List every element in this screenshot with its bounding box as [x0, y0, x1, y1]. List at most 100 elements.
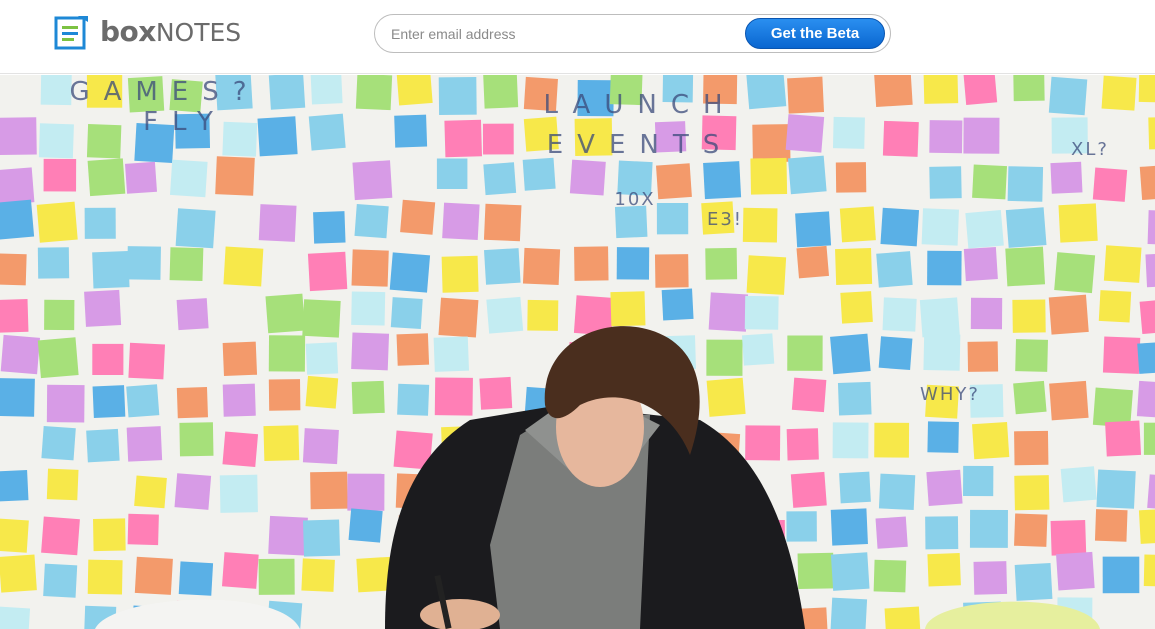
- sticky-note: [355, 75, 393, 111]
- sticky-note: [268, 75, 306, 110]
- sticky-note: [0, 253, 27, 286]
- sticky-note: [837, 381, 872, 416]
- sticky-note: [486, 296, 524, 334]
- sticky-note: [43, 563, 78, 598]
- sticky-note: [1050, 161, 1083, 194]
- sticky-note: [396, 333, 430, 366]
- sticky-note: [967, 341, 999, 372]
- sticky-note: [746, 255, 787, 295]
- sticky-note: [610, 291, 646, 327]
- sticky-note: [441, 255, 479, 293]
- sticky-note: [176, 387, 208, 419]
- sticky-note: [790, 471, 827, 508]
- sticky-note: [305, 375, 339, 409]
- sticky-note: [1050, 519, 1087, 556]
- sticky-note: [351, 332, 390, 371]
- sticky-note: [305, 342, 339, 375]
- sticky-note: [786, 511, 817, 542]
- sticky-note: [258, 204, 297, 242]
- wall-word: WHY?: [920, 384, 980, 405]
- boxnotes-logo[interactable]: boxNOTES: [54, 14, 241, 50]
- sticky-note: [1136, 380, 1155, 419]
- sticky-note: [973, 561, 1008, 595]
- sticky-note: [963, 465, 994, 497]
- sticky-note: [313, 211, 346, 244]
- sticky-note: [527, 299, 559, 331]
- sticky-note: [92, 385, 126, 418]
- email-input[interactable]: [391, 15, 751, 52]
- sticky-note-wall: GAMES?FLY LAUNCH EVENTS 10X E3! WHY? XL?: [0, 75, 1155, 629]
- sticky-note: [43, 158, 77, 192]
- sticky-note: [86, 428, 120, 463]
- sticky-note: [830, 333, 871, 375]
- sticky-note: [574, 246, 609, 281]
- sticky-note: [128, 342, 166, 380]
- sticky-note: [750, 157, 788, 195]
- sticky-note: [93, 518, 126, 552]
- sticky-note: [927, 250, 962, 286]
- sticky-note: [0, 554, 37, 593]
- sticky-note: [263, 425, 300, 462]
- sticky-note: [1137, 341, 1155, 374]
- sticky-note: [1102, 556, 1140, 594]
- sticky-note: [222, 121, 258, 157]
- wall-word: GAMES?: [69, 77, 260, 107]
- sticky-note: [219, 474, 258, 513]
- sticky-note: [215, 156, 255, 196]
- sticky-note: [484, 248, 521, 285]
- sticky-note: [92, 343, 124, 376]
- sticky-note: [839, 471, 871, 504]
- sticky-note: [832, 116, 865, 149]
- sticky-note: [796, 245, 830, 279]
- sticky-note: [873, 559, 907, 593]
- sticky-note: [438, 297, 479, 338]
- sticky-note: [875, 516, 908, 549]
- sticky-note: [963, 75, 998, 105]
- sticky-note: [1013, 380, 1047, 415]
- sticky-note: [832, 422, 869, 459]
- sticky-note: [442, 202, 480, 241]
- sticky-note: [965, 210, 1004, 249]
- sticky-note: [310, 75, 343, 105]
- sticky-note: [919, 297, 960, 338]
- sticky-note: [37, 247, 70, 279]
- sticky-note: [791, 377, 827, 413]
- sticky-note: [921, 208, 959, 246]
- sticky-note: [438, 77, 477, 115]
- sticky-note: [742, 207, 778, 243]
- sticky-note: [655, 163, 692, 200]
- sticky-note: [222, 383, 256, 417]
- get-beta-button[interactable]: Get the Beta: [745, 18, 885, 49]
- document-list-icon: [54, 14, 90, 50]
- sticky-note: [84, 207, 116, 239]
- sticky-note: [265, 293, 306, 334]
- sticky-note: [1014, 513, 1048, 547]
- sticky-note: [926, 469, 963, 506]
- sticky-note: [394, 114, 428, 148]
- sticky-note: [268, 379, 301, 411]
- sticky-note: [1143, 554, 1155, 587]
- sticky-note: [1014, 475, 1050, 511]
- sticky-note: [874, 422, 910, 458]
- sticky-note: [923, 75, 959, 104]
- sticky-note: [307, 251, 348, 292]
- sticky-note: [36, 201, 78, 243]
- sticky-note: [433, 336, 470, 372]
- sticky-note: [706, 339, 743, 376]
- sticky-note: [400, 199, 436, 235]
- sticky-note: [927, 421, 959, 453]
- sticky-note: [703, 161, 742, 200]
- sticky-note: [963, 117, 1000, 154]
- sticky-note: [268, 515, 308, 556]
- sticky-note: [1102, 336, 1141, 374]
- sticky-note: [1105, 420, 1142, 457]
- sticky-note: [1056, 551, 1095, 591]
- sticky-note: [351, 249, 389, 287]
- beta-signup-form: Get the Beta: [374, 14, 891, 53]
- sticky-note: [705, 247, 738, 280]
- sticky-note: [878, 336, 913, 371]
- sticky-note: [787, 335, 823, 371]
- sticky-note: [1101, 75, 1137, 111]
- sticky-note: [268, 335, 306, 372]
- sticky-note: [134, 556, 173, 595]
